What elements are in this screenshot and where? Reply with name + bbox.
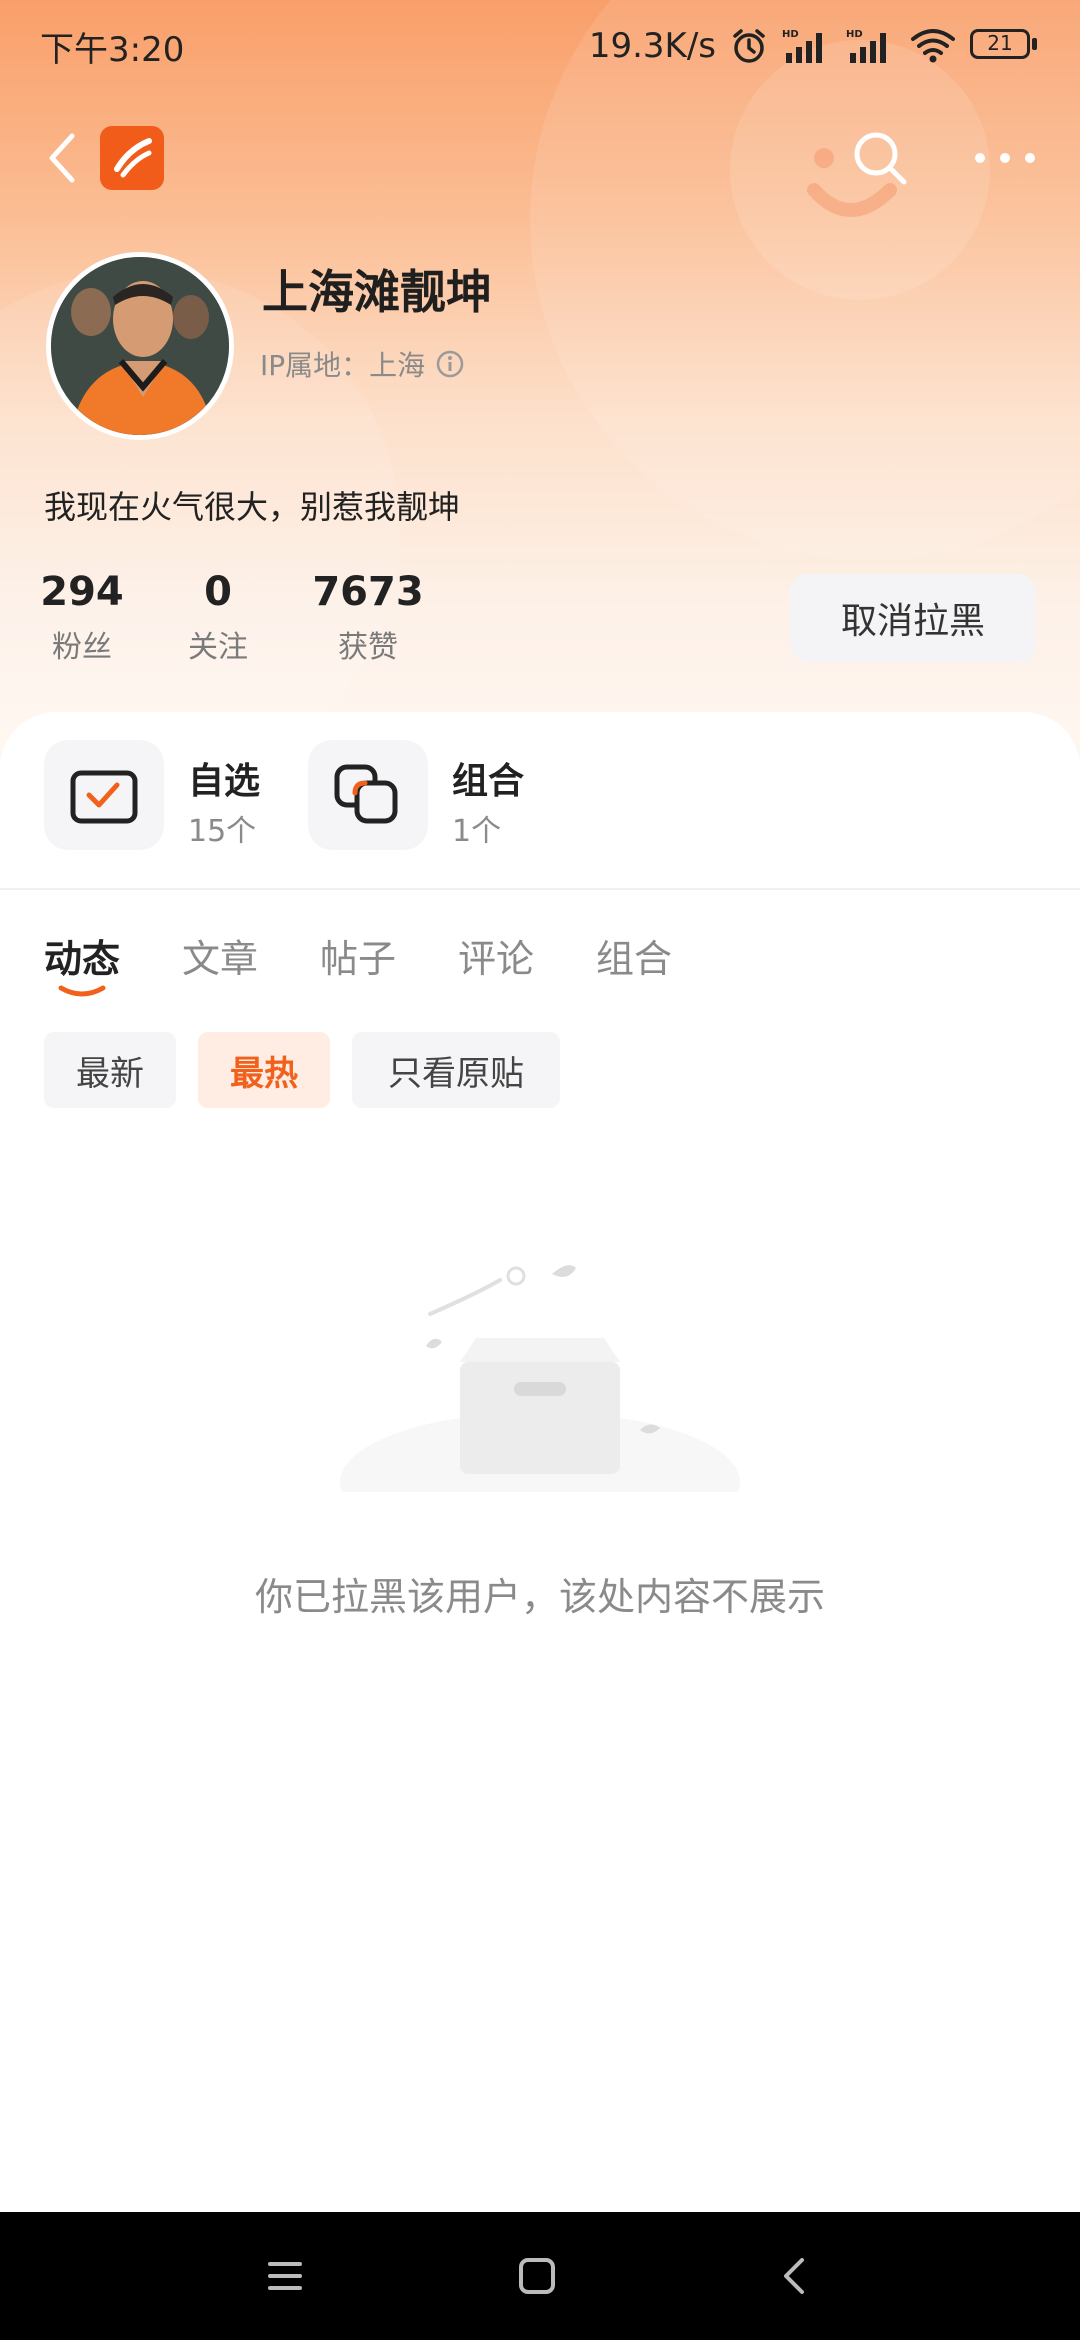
empty-box-icon xyxy=(340,1265,740,1492)
stat-label: 粉丝 xyxy=(52,630,112,665)
avatar[interactable] xyxy=(46,252,234,440)
active-tab-indicator xyxy=(58,985,106,997)
content-card: 自选 15个 组合 1个 动态 文章 帖子 评论 组合 最新 最热 只看原贴 你… xyxy=(0,712,1080,2212)
filter-latest[interactable]: 最新 xyxy=(44,1032,176,1108)
tab-posts[interactable]: 帖子 xyxy=(320,928,396,983)
filter-chips: 最新 最热 只看原贴 xyxy=(0,1022,1080,1108)
back-arrow-icon[interactable] xyxy=(770,2252,820,2300)
system-navigation-bar xyxy=(0,2212,1080,2340)
svg-text:HD: HD xyxy=(846,29,863,40)
home-square-icon[interactable] xyxy=(512,2252,562,2300)
tab-bar: 动态 文章 帖子 评论 组合 xyxy=(0,912,1080,1002)
bio: 我现在火气很大，别惹我靓坤 xyxy=(44,488,461,526)
section-divider xyxy=(0,888,1080,890)
signal-hd-icon: HD xyxy=(782,29,822,63)
svg-text:HD: HD xyxy=(782,29,799,40)
tab-portfolio[interactable]: 组合 xyxy=(596,928,672,983)
alarm-icon xyxy=(733,29,765,63)
stat-label: 关注 xyxy=(188,630,248,665)
app-logo[interactable] xyxy=(100,126,164,190)
portfolio-squares-icon xyxy=(334,764,398,824)
tab-dongtai[interactable]: 动态 xyxy=(44,928,120,983)
feature-icon-box xyxy=(308,740,428,850)
feature-count: 15个 xyxy=(188,814,257,849)
signal-hd-icon: HD xyxy=(846,29,886,63)
network-speed: 19.3K/s xyxy=(588,26,716,66)
tab-comments[interactable]: 评论 xyxy=(458,928,534,983)
ip-location: IP属地：上海 xyxy=(260,349,426,382)
filter-hottest[interactable]: 最热 xyxy=(198,1032,330,1108)
stat-label: 获赞 xyxy=(338,630,398,665)
battery-level: 21 xyxy=(987,31,1013,55)
filter-original-only[interactable]: 只看原贴 xyxy=(352,1032,560,1108)
tab-articles[interactable]: 文章 xyxy=(182,928,258,983)
stat-likes[interactable]: 7673 获赞 xyxy=(306,566,430,666)
info-icon[interactable] xyxy=(435,349,465,379)
status-time: 下午3:20 xyxy=(40,29,185,70)
feature-title: 自选 xyxy=(188,761,261,802)
search-icon[interactable] xyxy=(850,128,910,188)
unblock-button[interactable]: 取消拉黑 xyxy=(790,574,1036,662)
avatar-photo xyxy=(51,257,229,435)
ip-location-row: IP属地：上海 xyxy=(260,344,465,384)
stat-value: 0 xyxy=(204,569,232,615)
wifi-icon xyxy=(911,29,955,63)
feature-count: 1个 xyxy=(452,814,502,849)
battery-icon: 21 xyxy=(970,29,1040,63)
feature-icon-box xyxy=(44,740,164,850)
menu-icon[interactable] xyxy=(260,2252,310,2300)
stat-value: 7673 xyxy=(312,569,424,615)
back-button[interactable] xyxy=(40,130,84,186)
stat-value: 294 xyxy=(40,569,124,615)
empty-state-message: 你已拉黑该用户，该处内容不展示 xyxy=(254,1575,825,1619)
stat-followers[interactable]: 294 粉丝 xyxy=(40,566,124,666)
top-navigation xyxy=(0,110,1080,204)
status-bar: 下午3:20 19.3K/s HD HD 21 xyxy=(0,0,1080,92)
status-icons: 19.3K/s HD HD 21 xyxy=(589,26,1040,66)
stat-following[interactable]: 0 关注 xyxy=(176,566,260,666)
app-logo-icon xyxy=(114,138,152,178)
more-options-icon[interactable] xyxy=(970,128,1040,188)
watchlist-check-icon xyxy=(70,770,138,824)
feature-title: 组合 xyxy=(452,761,525,802)
username: 上海滩靓坤 xyxy=(262,265,492,319)
